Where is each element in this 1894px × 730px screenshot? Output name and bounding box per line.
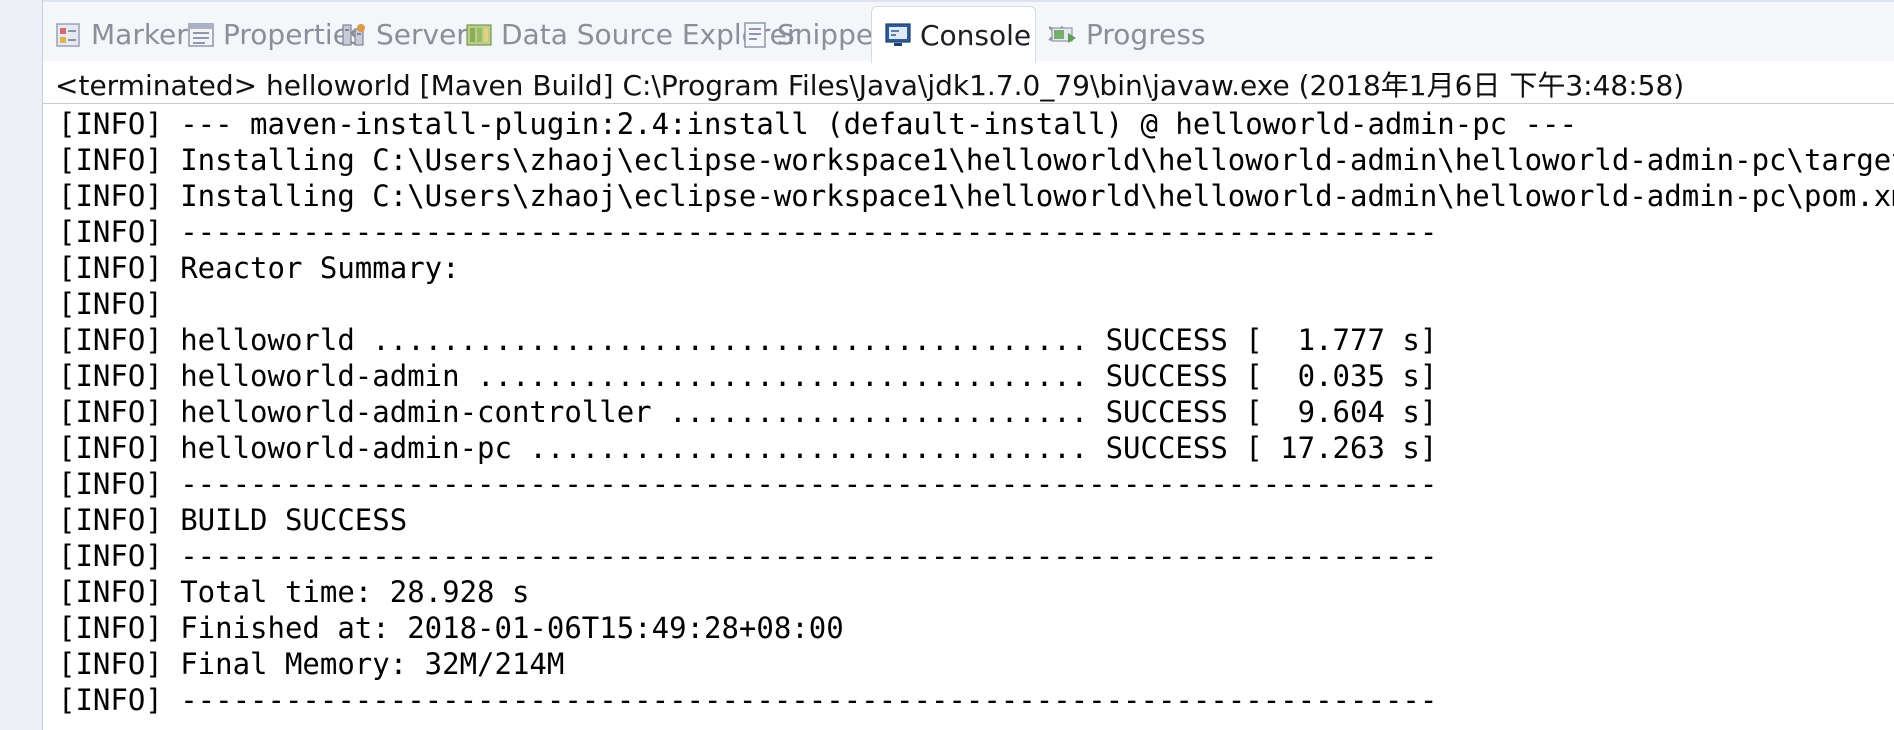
- console-header: <terminated> helloworld [Maven Build] C:…: [55, 69, 1685, 102]
- console-line: [INFO] helloworld ......................…: [58, 323, 1438, 357]
- tab-console[interactable]: Console ✕: [871, 6, 1067, 63]
- console-line: [INFO] Reactor Summary:: [58, 251, 460, 285]
- console-line: [INFO] Installing C:\Users\zhaoj\eclipse…: [58, 179, 1894, 213]
- console-line: [INFO] ---------------------------------…: [58, 683, 1438, 717]
- markers-icon: [56, 22, 80, 47]
- console-line: [INFO]: [58, 287, 163, 321]
- console-line: [INFO] helloworld-admin-pc .............…: [58, 431, 1438, 465]
- tab-progress[interactable]: Progress: [1038, 6, 1206, 63]
- console-lines: [INFO] --- maven-install-plugin:2.4:inst…: [58, 106, 1894, 718]
- servers-icon: [342, 23, 365, 46]
- console-line: [INFO] ---------------------------------…: [58, 539, 1438, 573]
- console-line: [INFO] Final Memory: 32M/214M: [58, 647, 565, 681]
- console-line: [INFO] BUILD SUCCESS: [58, 503, 408, 537]
- console-line: [INFO] helloworld-admin ................…: [58, 359, 1438, 393]
- console-line: [INFO] helloworld-admin-controller .....…: [58, 395, 1438, 429]
- properties-icon: [188, 22, 214, 47]
- data-source-explorer-icon: [466, 23, 492, 46]
- console-output[interactable]: [INFO] --- maven-install-plugin:2.4:inst…: [43, 104, 1894, 730]
- tab-progress-label: Progress: [1086, 18, 1206, 51]
- console-icon: [885, 23, 911, 46]
- console-line: [INFO] --- maven-install-plugin:2.4:inst…: [58, 107, 1577, 141]
- console-line: [INFO] Installing C:\Users\zhaoj\eclipse…: [58, 143, 1894, 177]
- console-line: [INFO] ---------------------------------…: [58, 467, 1438, 501]
- snippets-icon: [744, 21, 766, 48]
- tab-console-label: Console: [920, 18, 1032, 52]
- progress-icon: [1051, 26, 1076, 43]
- view-tab-bar: Markers Properties Servers Data Source E…: [43, 0, 1894, 63]
- console-line: [INFO] Finished at: 2018-01-06T15:49:28+…: [58, 611, 844, 645]
- left-panel-edge: [0, 0, 43, 730]
- console-line: [INFO] ---------------------------------…: [58, 215, 1438, 249]
- console-line: [INFO] Total time: 28.928 s: [58, 575, 530, 609]
